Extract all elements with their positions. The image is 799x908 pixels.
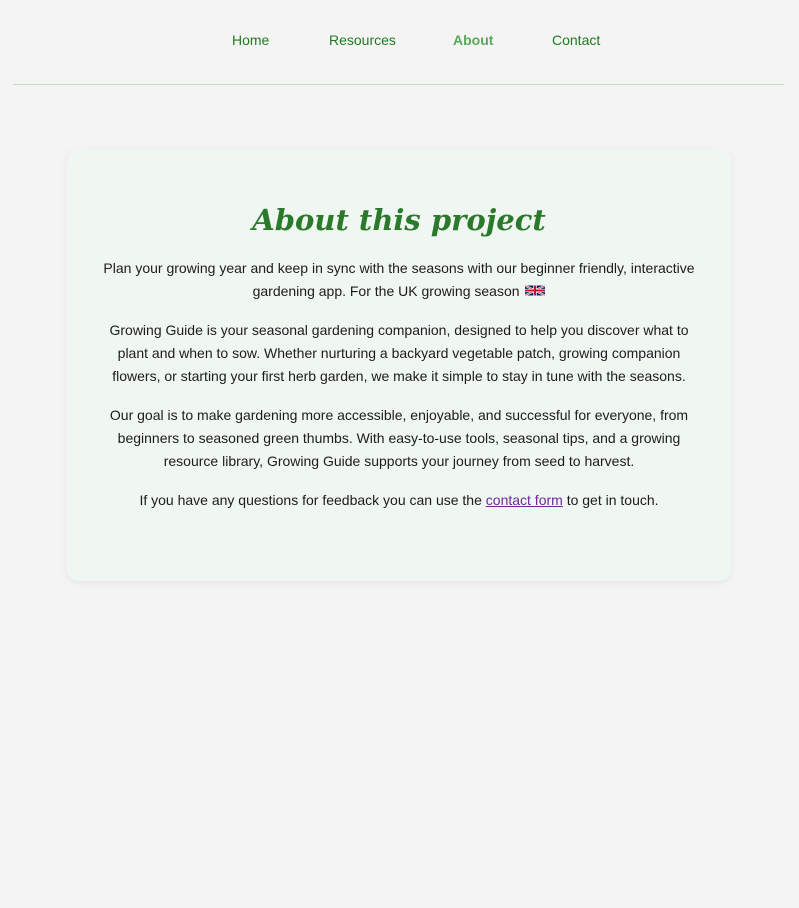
about-card: About this project Plan your growing yea… [67, 149, 731, 581]
main-nav: Home Resources About Contact [0, 28, 799, 52]
nav-link-home[interactable]: Home [232, 28, 269, 52]
nav-link-about[interactable]: About [453, 28, 493, 52]
goal-paragraph: Our goal is to make gardening more acces… [109, 407, 689, 469]
intro-text: Plan your growing year and keep in sync … [103, 260, 695, 299]
nav-link-resources[interactable]: Resources [329, 28, 396, 52]
contact-paragraph: If you have any questions for feedback y… [97, 489, 701, 512]
contact-text-after: to get in touch. [566, 492, 659, 508]
contact-form-link[interactable]: contact form [486, 492, 563, 508]
site-header: Home Resources About Contact [0, 0, 799, 85]
uk-flag-icon [525, 285, 546, 296]
nav-link-contact[interactable]: Contact [552, 28, 600, 52]
description-paragraph: Growing Guide is your seasonal gardening… [109, 322, 689, 384]
intro-paragraph: Plan your growing year and keep in sync … [97, 257, 701, 303]
header-divider [13, 84, 784, 85]
contact-text-before: If you have any questions for feedback y… [139, 492, 482, 508]
page-title: About this project [252, 203, 546, 237]
